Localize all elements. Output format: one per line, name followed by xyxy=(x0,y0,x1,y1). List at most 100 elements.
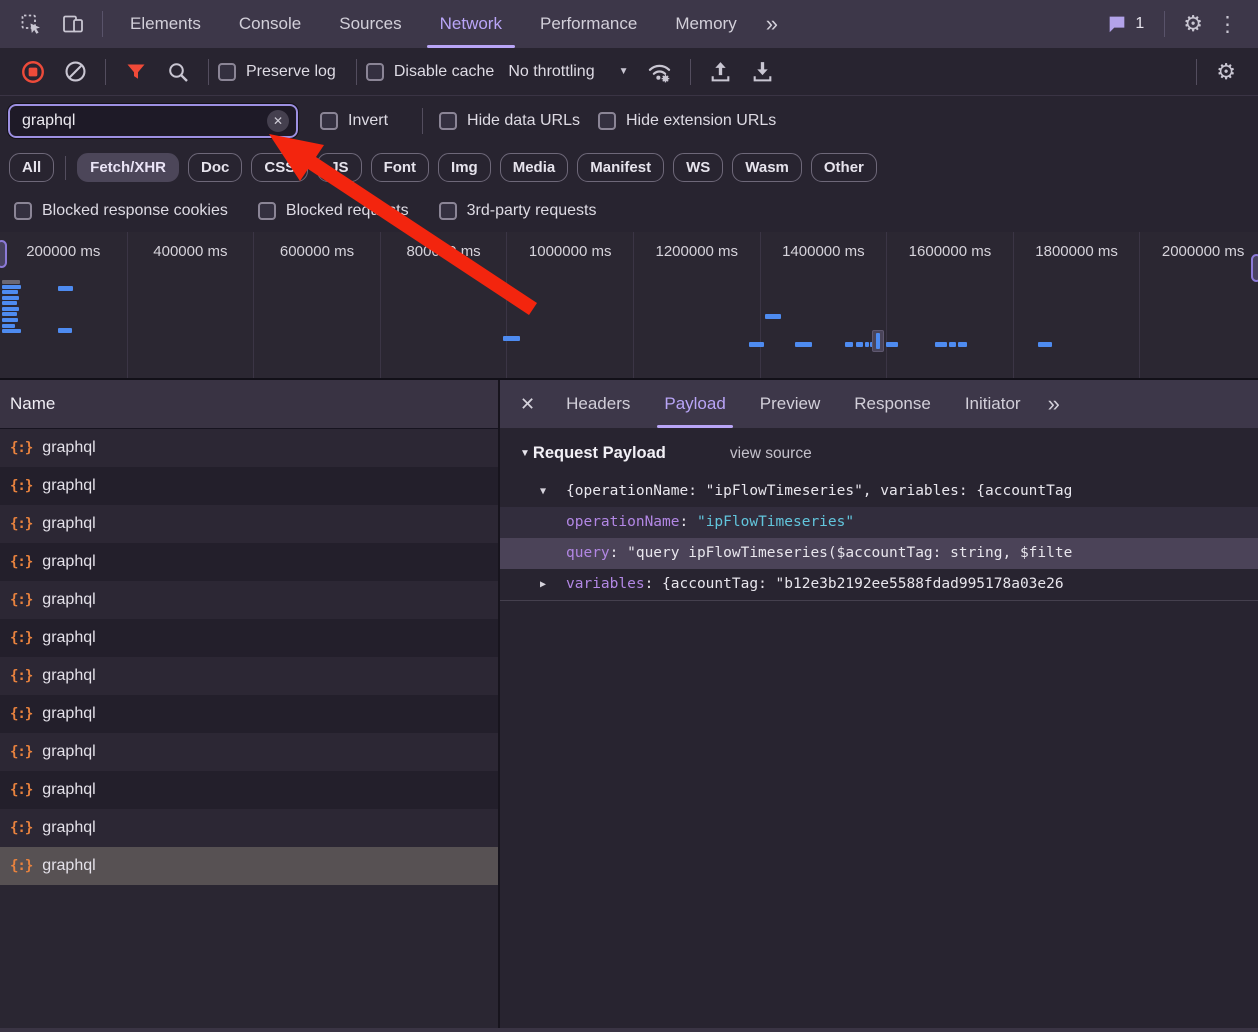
issues-count: 1 xyxy=(1135,15,1144,33)
type-chip-wasm[interactable]: Wasm xyxy=(732,153,802,182)
json-request-icon: {:} xyxy=(10,478,32,494)
type-chip-js[interactable]: JS xyxy=(317,153,361,182)
network-settings-gear-icon[interactable]: ⚙ xyxy=(1206,59,1246,85)
device-toolbar-icon[interactable] xyxy=(60,11,86,37)
view-source-link[interactable]: view source xyxy=(730,445,812,463)
search-icon[interactable] xyxy=(164,58,192,86)
clear-network-log-icon[interactable] xyxy=(61,58,89,86)
devtools-tab-bar: ElementsConsoleSourcesNetworkPerformance… xyxy=(0,0,1258,48)
tab-elements[interactable]: Elements xyxy=(111,0,220,48)
type-chip-css[interactable]: CSS xyxy=(251,153,308,182)
type-chip-other[interactable]: Other xyxy=(811,153,877,182)
request-row[interactable]: {:} graphql xyxy=(0,657,498,695)
name-column-header[interactable]: Name xyxy=(0,380,498,429)
invert-checkbox[interactable] xyxy=(320,112,338,130)
type-chip-manifest[interactable]: Manifest xyxy=(577,153,664,182)
hide-extension-urls-checkbox[interactable] xyxy=(598,112,616,130)
kebab-menu-icon[interactable]: ⋮ xyxy=(1213,12,1248,37)
type-chip-ws[interactable]: WS xyxy=(673,153,723,182)
overview-right-handle[interactable] xyxy=(1251,254,1258,282)
request-row[interactable]: {:}graphql xyxy=(0,733,498,771)
request-row[interactable]: {:}graphql xyxy=(0,695,498,733)
hide-data-urls-toggle[interactable]: Hide data URLs xyxy=(439,112,580,130)
waterfall-bar xyxy=(58,328,72,333)
collapse-caret-icon[interactable]: ▼ xyxy=(520,448,530,459)
request-row[interactable]: {:}graphql xyxy=(0,581,498,619)
payload-token-key: variables xyxy=(566,576,645,592)
request-name: graphql xyxy=(42,439,95,457)
hide-data-urls-checkbox[interactable] xyxy=(439,112,457,130)
detail-tab-response[interactable]: Response xyxy=(837,380,948,428)
request-row[interactable]: {:}graphql xyxy=(0,429,498,467)
import-har-icon[interactable] xyxy=(707,58,735,86)
type-chip-img[interactable]: Img xyxy=(438,153,491,182)
blocked-response-cookies-checkbox[interactable] xyxy=(14,202,32,220)
more-detail-tabs-icon[interactable]: » xyxy=(1038,391,1070,417)
divider xyxy=(1164,11,1165,37)
tab-console[interactable]: Console xyxy=(220,0,320,48)
request-row[interactable]: {:}graphql xyxy=(0,771,498,809)
disable-cache-toggle[interactable]: Disable cache xyxy=(366,63,495,81)
request-name: graphql xyxy=(42,857,95,875)
request-row[interactable]: {:}graphql xyxy=(0,847,498,885)
type-chip-font[interactable]: Font xyxy=(371,153,429,182)
request-row[interactable]: {:}graphql xyxy=(0,505,498,543)
tree-caret-icon[interactable]: ▼ xyxy=(540,476,546,507)
timeline-tick: 1000000 ms xyxy=(506,232,633,378)
throttling-dropdown[interactable]: No throttling ▼ xyxy=(508,63,628,81)
request-row[interactable]: {:}graphql xyxy=(0,619,498,657)
3rd-party-requests-toggle[interactable]: 3rd-party requests xyxy=(439,202,597,220)
issues-counter[interactable]: 1 xyxy=(1106,13,1144,35)
export-har-icon[interactable] xyxy=(749,58,777,86)
close-icon[interactable]: ✕ xyxy=(520,394,535,415)
request-row[interactable]: {:}graphql xyxy=(0,809,498,847)
request-type-filters: All Fetch/XHR Doc CSS JS Font Img Media Manifest… xyxy=(0,145,1258,190)
detail-tab-preview[interactable]: Preview xyxy=(743,380,837,428)
blocked-requests-toggle[interactable]: Blocked requests xyxy=(258,202,409,220)
detail-tab-payload[interactable]: Payload xyxy=(647,380,742,428)
timeline-tick: 1400000 ms xyxy=(760,232,887,378)
filter-query: graphql xyxy=(22,112,267,130)
tab-memory[interactable]: Memory xyxy=(656,0,755,48)
invert-toggle[interactable]: Invert xyxy=(320,112,388,130)
blocked-response-cookies-toggle[interactable]: Blocked response cookies xyxy=(14,202,228,220)
preserve-log-toggle[interactable]: Preserve log xyxy=(218,63,336,81)
type-chip-fetch-xhr[interactable]: Fetch/XHR xyxy=(77,153,179,182)
timeline-tick: 600000 ms xyxy=(253,232,380,378)
waterfall-bar xyxy=(856,342,863,347)
tab-network[interactable]: Network xyxy=(421,0,521,48)
payload-line[interactable]: operationName: "ipFlowTimeseries" xyxy=(500,507,1258,538)
request-name: graphql xyxy=(42,667,95,685)
inspect-element-icon[interactable] xyxy=(18,11,44,37)
filter-text-input[interactable]: graphql ✕ xyxy=(8,104,298,138)
json-request-icon: {:} xyxy=(10,668,32,684)
detail-tab-initiator[interactable]: Initiator xyxy=(948,380,1038,428)
clear-filter-icon[interactable]: ✕ xyxy=(267,110,289,132)
tab-sources[interactable]: Sources xyxy=(320,0,420,48)
settings-gear-icon[interactable]: ⚙ xyxy=(1173,11,1213,37)
waterfall-bar xyxy=(865,342,869,347)
payload-line[interactable]: ▼{operationName: "ipFlowTimeseries", var… xyxy=(500,476,1258,507)
more-tabs-icon[interactable]: » xyxy=(756,11,788,37)
network-conditions-icon[interactable] xyxy=(646,58,674,86)
request-row[interactable]: {:}graphql xyxy=(0,467,498,505)
request-name: graphql xyxy=(42,515,95,533)
3rd-party-requests-checkbox[interactable] xyxy=(439,202,457,220)
tab-performance[interactable]: Performance xyxy=(521,0,656,48)
request-row[interactable]: {:}graphql xyxy=(0,543,498,581)
type-chip-media[interactable]: Media xyxy=(500,153,569,182)
overview-left-handle[interactable] xyxy=(0,240,7,268)
payload-line[interactable]: ▶variables: {accountTag: "b12e3b2192ee55… xyxy=(500,569,1258,600)
payload-line[interactable]: query: "query ipFlowTimeseries($accountT… xyxy=(500,538,1258,569)
filter-funnel-icon[interactable] xyxy=(122,58,150,86)
type-chip-doc[interactable]: Doc xyxy=(188,153,242,182)
disable-cache-checkbox[interactable] xyxy=(366,63,384,81)
tree-caret-icon[interactable]: ▶ xyxy=(540,569,546,600)
record-network-log-icon[interactable] xyxy=(19,58,47,86)
hide-extension-urls-toggle[interactable]: Hide extension URLs xyxy=(598,112,776,130)
blocked-requests-checkbox[interactable] xyxy=(258,202,276,220)
network-overview-timeline[interactable]: 200000 ms400000 ms600000 ms800000 ms1000… xyxy=(0,232,1258,380)
preserve-log-checkbox[interactable] xyxy=(218,63,236,81)
type-chip-all[interactable]: All xyxy=(9,153,54,182)
detail-tab-headers[interactable]: Headers xyxy=(549,380,647,428)
